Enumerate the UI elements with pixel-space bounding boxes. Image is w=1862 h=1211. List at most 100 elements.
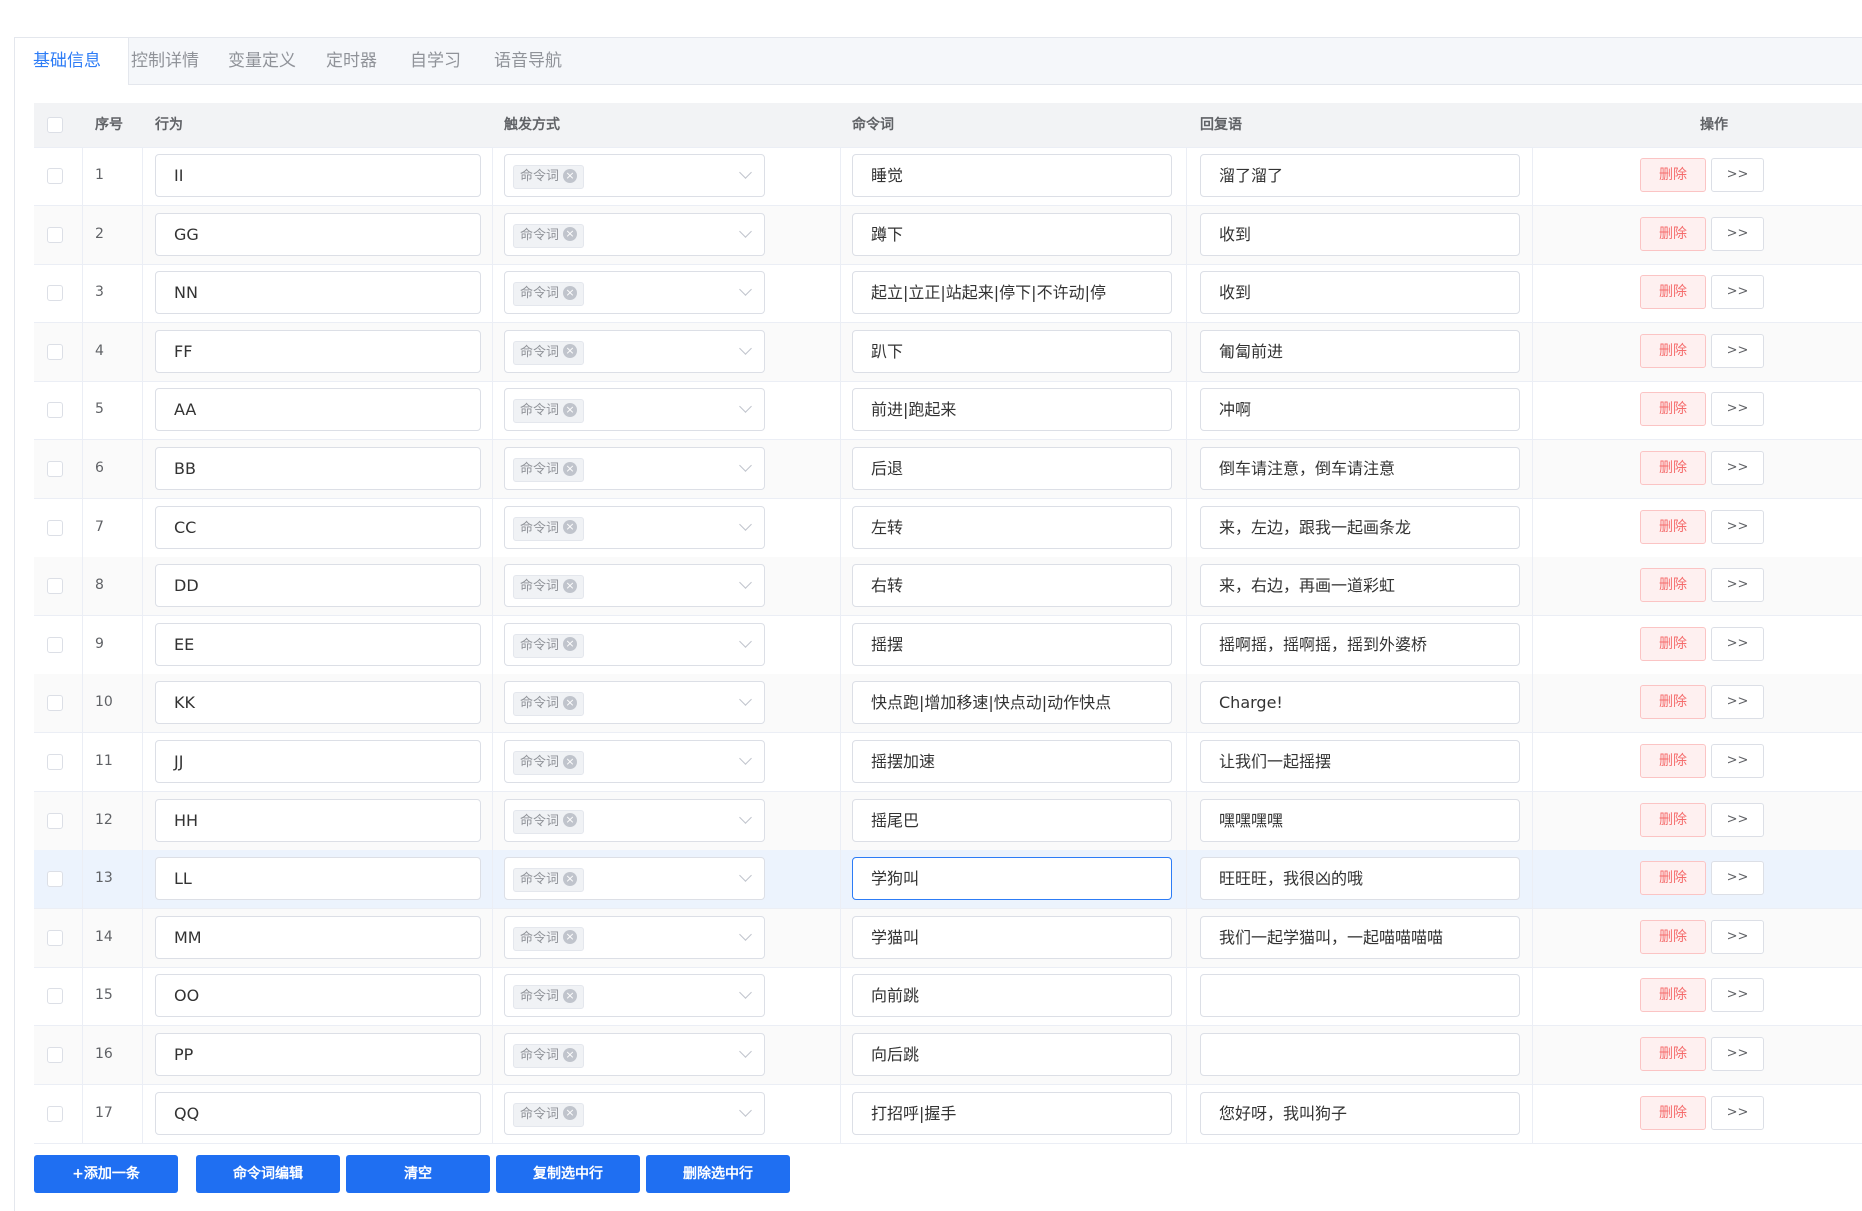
- delete-button[interactable]: 删除: [1640, 744, 1706, 778]
- reply-input[interactable]: [1200, 974, 1520, 1018]
- trigger-select[interactable]: 命令词 ×: [504, 564, 765, 608]
- delete-button[interactable]: 删除: [1640, 1095, 1706, 1130]
- reply-input[interactable]: 冲啊: [1200, 388, 1520, 432]
- tag-remove-icon[interactable]: ×: [563, 695, 578, 710]
- reply-input[interactable]: 来，左边，跟我一起画条龙: [1200, 505, 1520, 549]
- trigger-select[interactable]: 命令词 ×: [504, 1033, 765, 1076]
- tab-basic-info[interactable]: 基础信息: [15, 38, 129, 85]
- row-checkbox[interactable]: [47, 461, 63, 477]
- behavior-input[interactable]: AA: [155, 388, 481, 432]
- tag-remove-icon[interactable]: ×: [563, 578, 578, 593]
- trigger-select[interactable]: 命令词 ×: [504, 329, 765, 373]
- delete-button[interactable]: 删除: [1640, 861, 1706, 896]
- trigger-select[interactable]: 命令词 ×: [504, 1091, 765, 1135]
- trigger-select[interactable]: 命令词 ×: [504, 681, 765, 725]
- add-row-button[interactable]: +添加一条: [34, 1155, 178, 1193]
- behavior-input[interactable]: CC: [155, 505, 481, 549]
- row-checkbox[interactable]: [47, 402, 63, 419]
- expand-button[interactable]: >>: [1711, 392, 1764, 427]
- delete-button[interactable]: 删除: [1640, 978, 1706, 1013]
- behavior-input[interactable]: GG: [155, 212, 481, 256]
- row-checkbox[interactable]: [47, 343, 63, 360]
- command-input[interactable]: 起立|立正|站起来|停下|不许动|停: [852, 271, 1172, 315]
- reply-input[interactable]: 嘿嘿嘿嘿: [1200, 798, 1520, 842]
- behavior-input[interactable]: QQ: [155, 1091, 481, 1135]
- behavior-input[interactable]: HH: [155, 798, 481, 842]
- expand-button[interactable]: >>: [1711, 275, 1764, 310]
- command-input[interactable]: 右转: [852, 564, 1172, 608]
- trigger-select[interactable]: 命令词 ×: [504, 271, 765, 315]
- row-checkbox[interactable]: [47, 578, 63, 595]
- expand-button[interactable]: >>: [1711, 861, 1764, 896]
- tag-remove-icon[interactable]: ×: [563, 1106, 578, 1121]
- delete-button[interactable]: 删除: [1640, 392, 1706, 427]
- expand-button[interactable]: >>: [1711, 685, 1764, 720]
- reply-input[interactable]: Charge!: [1200, 681, 1520, 725]
- tab-voice-navigation[interactable]: 语音导航: [494, 38, 562, 84]
- row-checkbox[interactable]: [47, 988, 63, 1005]
- reply-input[interactable]: 我们一起学猫叫，一起喵喵喵喵: [1200, 915, 1520, 959]
- expand-button[interactable]: >>: [1711, 333, 1764, 368]
- command-input[interactable]: 摇摆加速: [852, 740, 1172, 783]
- tag-remove-icon[interactable]: ×: [563, 1047, 578, 1062]
- command-input[interactable]: 向前跳: [852, 974, 1172, 1018]
- command-input[interactable]: 打招呼|握手: [852, 1091, 1172, 1135]
- command-input[interactable]: 左转: [852, 505, 1172, 549]
- expand-button[interactable]: >>: [1711, 919, 1764, 954]
- row-checkbox[interactable]: [47, 285, 63, 302]
- behavior-input[interactable]: KK: [155, 681, 481, 725]
- reply-input[interactable]: 让我们一起摇摆: [1200, 740, 1520, 783]
- reply-input[interactable]: 倒车请注意，倒车请注意: [1200, 447, 1520, 490]
- reply-input[interactable]: 摇啊摇，摇啊摇，摇到外婆桥: [1200, 622, 1520, 666]
- expand-button[interactable]: >>: [1711, 626, 1764, 661]
- behavior-input[interactable]: DD: [155, 564, 481, 608]
- row-checkbox[interactable]: [47, 519, 63, 536]
- command-input[interactable]: 趴下: [852, 329, 1172, 373]
- expand-button[interactable]: >>: [1711, 1037, 1764, 1071]
- row-checkbox[interactable]: [47, 226, 63, 243]
- edit-commands-button[interactable]: 命令词编辑: [196, 1155, 340, 1193]
- delete-button[interactable]: 删除: [1640, 216, 1706, 251]
- delete-selected-button[interactable]: 删除选中行: [646, 1155, 790, 1193]
- behavior-input[interactable]: FF: [155, 329, 481, 373]
- behavior-input[interactable]: NN: [155, 271, 481, 315]
- command-input[interactable]: 向后跳: [852, 1033, 1172, 1076]
- reply-input[interactable]: 匍匐前进: [1200, 329, 1520, 373]
- tab-self-learning[interactable]: 自学习: [410, 38, 461, 84]
- delete-button[interactable]: 删除: [1640, 158, 1706, 192]
- trigger-select[interactable]: 命令词 ×: [504, 622, 765, 666]
- tag-remove-icon[interactable]: ×: [563, 871, 578, 886]
- command-input[interactable]: 快点跑|增加移速|快点动|动作快点: [852, 681, 1172, 725]
- trigger-select[interactable]: 命令词 ×: [504, 505, 765, 549]
- tag-remove-icon[interactable]: ×: [563, 461, 578, 476]
- trigger-select[interactable]: 命令词 ×: [504, 740, 765, 783]
- reply-input[interactable]: 旺旺旺，我很凶的哦: [1200, 857, 1520, 901]
- trigger-select[interactable]: 命令词 ×: [504, 212, 765, 256]
- delete-button[interactable]: 删除: [1640, 919, 1706, 954]
- row-checkbox[interactable]: [47, 1105, 63, 1122]
- tag-remove-icon[interactable]: ×: [563, 285, 578, 300]
- expand-button[interactable]: >>: [1711, 509, 1764, 544]
- copy-selected-button[interactable]: 复制选中行: [496, 1155, 640, 1193]
- tag-remove-icon[interactable]: ×: [563, 988, 578, 1003]
- delete-button[interactable]: 删除: [1640, 275, 1706, 310]
- trigger-select[interactable]: 命令词 ×: [504, 974, 765, 1018]
- clear-button[interactable]: 清空: [346, 1155, 490, 1193]
- delete-button[interactable]: 删除: [1640, 626, 1706, 661]
- command-input[interactable]: 睡觉: [852, 154, 1172, 197]
- row-checkbox[interactable]: [47, 754, 63, 770]
- expand-button[interactable]: >>: [1711, 744, 1764, 778]
- tag-remove-icon[interactable]: ×: [563, 402, 578, 417]
- row-checkbox[interactable]: [47, 168, 63, 184]
- behavior-input[interactable]: II: [155, 154, 481, 197]
- row-checkbox[interactable]: [47, 695, 63, 712]
- select-all-checkbox[interactable]: [47, 117, 63, 133]
- reply-input[interactable]: 收到: [1200, 212, 1520, 256]
- row-checkbox[interactable]: [47, 871, 63, 888]
- tag-remove-icon[interactable]: ×: [563, 344, 578, 359]
- command-input[interactable]: 摇尾巴: [852, 798, 1172, 842]
- command-input[interactable]: 前进|跑起来: [852, 388, 1172, 432]
- tab-timers[interactable]: 定时器: [326, 38, 377, 84]
- tag-remove-icon[interactable]: ×: [563, 813, 578, 828]
- row-checkbox[interactable]: [47, 812, 63, 829]
